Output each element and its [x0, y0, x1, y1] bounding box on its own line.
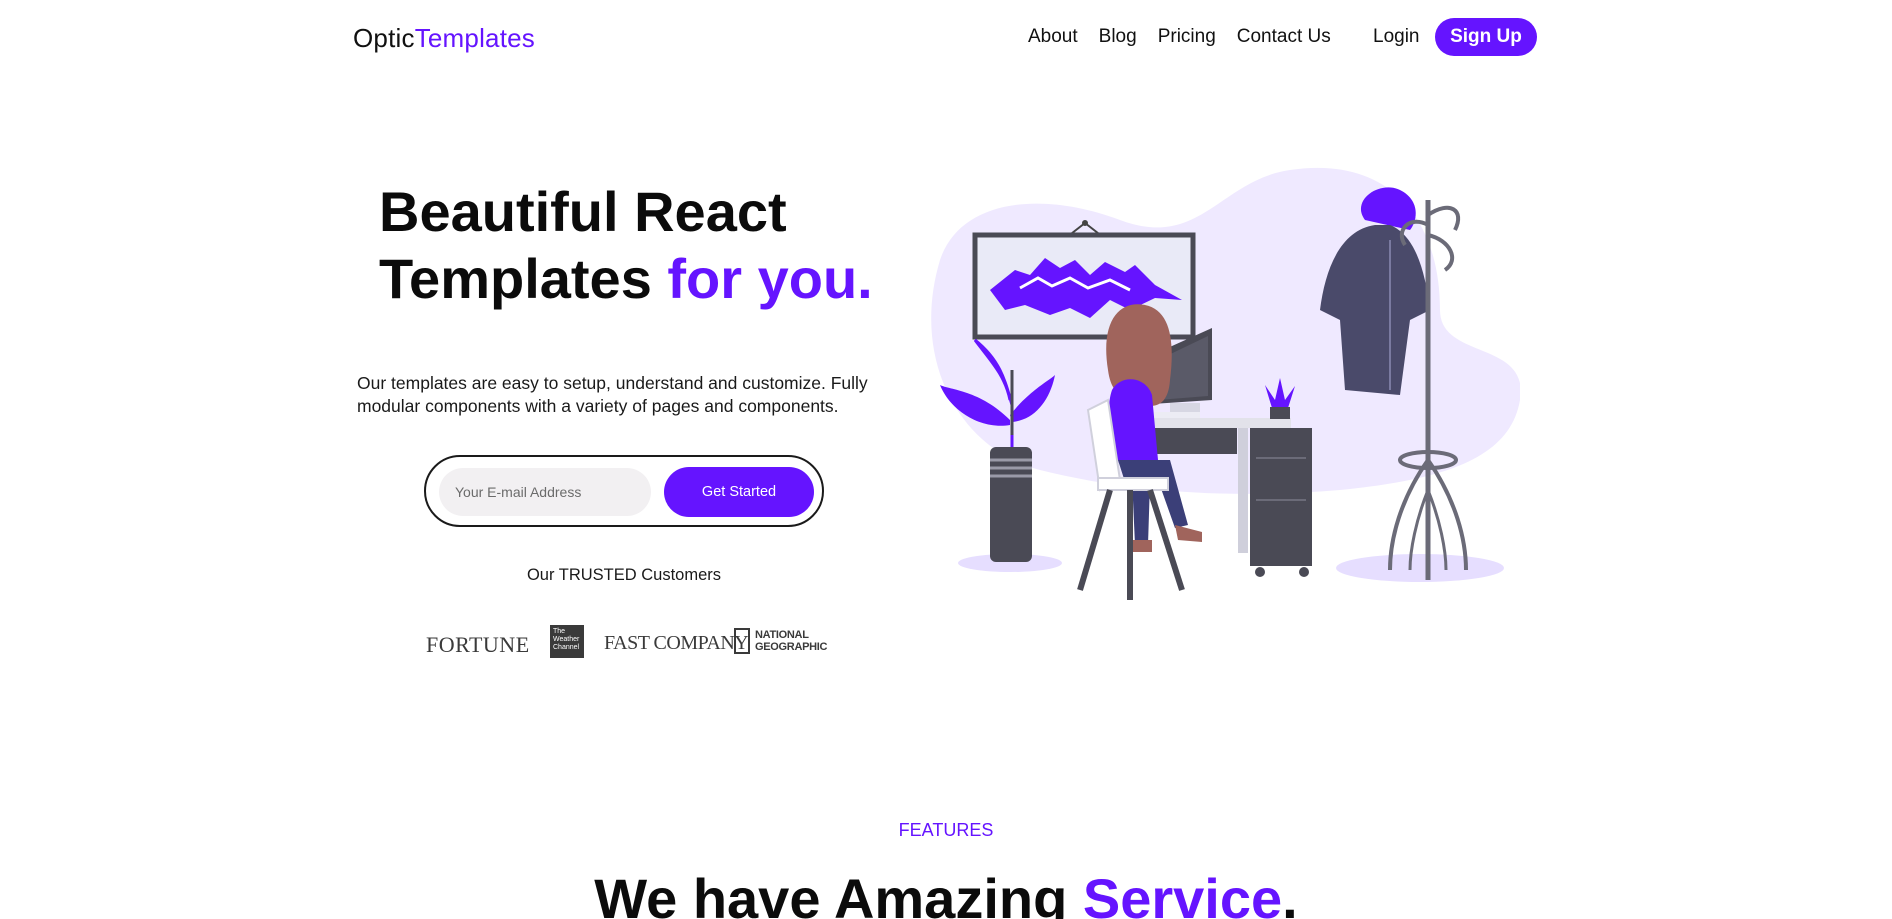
desk-drawers: [1250, 428, 1312, 566]
trusted-customers-label: Our TRUSTED Customers: [526, 566, 722, 584]
site-header: OpticTemplates About Blog Pricing Contac…: [0, 0, 1892, 76]
fast-company-logo: FAST COMPANY: [604, 632, 749, 654]
main-nav: About Blog Pricing Contact Us: [1028, 26, 1352, 48]
natgeo-frame-icon: [734, 628, 750, 654]
features-title-end: .: [1282, 867, 1298, 919]
hero-title-line2: Templates: [379, 247, 668, 310]
features-label: FEATURES: [898, 820, 994, 840]
hero-title: Beautiful React Templates for you.: [379, 178, 873, 312]
get-started-button[interactable]: Get Started: [664, 467, 814, 517]
nav-about[interactable]: About: [1028, 26, 1078, 48]
login-link[interactable]: Login: [1373, 26, 1420, 48]
signup-button[interactable]: Sign Up: [1435, 18, 1537, 56]
features-title: We have Amazing Service.: [0, 866, 1892, 919]
chair-seat: [1097, 477, 1169, 491]
nav-pricing[interactable]: Pricing: [1158, 26, 1216, 48]
small-pot: [1270, 407, 1290, 419]
hero-illustration: [931, 167, 1520, 600]
hero-title-accent: for you.: [667, 247, 873, 310]
email-input[interactable]: [439, 468, 651, 516]
plant-pot: [990, 447, 1032, 562]
floor-shadow-right: [1336, 554, 1504, 582]
natgeo-text: NATIONAL GEOGRAPHIC: [755, 629, 828, 653]
hero-title-line1: Beautiful React: [379, 180, 787, 243]
fortune-logo: FORTUNE: [426, 632, 530, 657]
logo-primary: Optic: [353, 23, 415, 53]
national-geographic-logo: NATIONAL GEOGRAPHIC: [734, 628, 827, 654]
logo[interactable]: OpticTemplates: [353, 23, 535, 54]
hero-description: Our templates are easy to setup, underst…: [357, 373, 868, 416]
nav-blog[interactable]: Blog: [1099, 26, 1137, 48]
desk-leg: [1238, 428, 1248, 553]
logo-accent: Templates: [414, 23, 535, 53]
features-title-accent: Service: [1082, 867, 1283, 919]
weather-channel-logo: The Weather Channel: [550, 625, 584, 658]
nav-contact-us[interactable]: Contact Us: [1237, 26, 1331, 48]
customer-logos: FORTUNE The Weather Channel FAST COMPANY…: [424, 624, 827, 660]
email-signup-form: Get Started: [424, 455, 824, 527]
features-title-plain: We have Amazing: [594, 867, 1083, 919]
person-shoe-right: [1175, 525, 1202, 542]
